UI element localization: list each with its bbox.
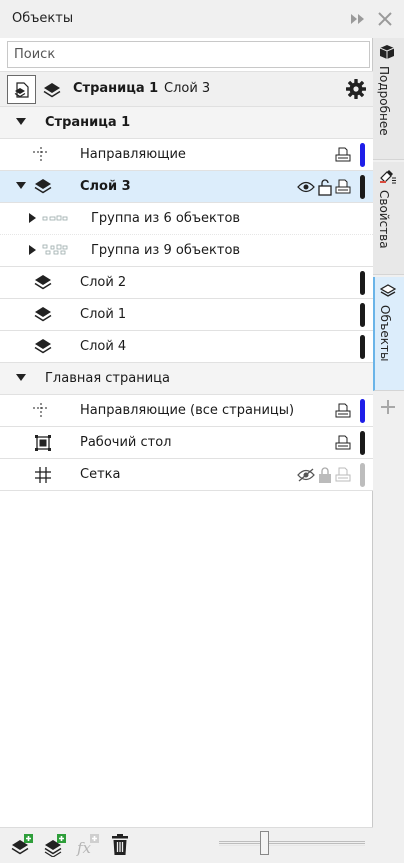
tab-properties[interactable]: Свойства — [373, 162, 404, 275]
collapse-arrow-icon[interactable] — [16, 182, 26, 189]
printer-disabled-icon[interactable] — [334, 466, 352, 488]
page-layer-toolbar: Страница 1 Слой 3 — [0, 71, 373, 107]
tree-row-layer-3[interactable]: Слой 3 — [0, 171, 373, 203]
eye-hidden-icon[interactable] — [297, 468, 315, 486]
docker-tabs: Подробнее Свойства Объекты — [373, 12, 404, 863]
grid-icon — [34, 466, 52, 488]
page-label: Страница 1 — [45, 115, 131, 130]
layer-color-swatch[interactable] — [360, 335, 365, 359]
row-label: Направляющие — [80, 147, 186, 162]
desktop-icon — [34, 434, 52, 456]
add-docker-icon[interactable] — [379, 398, 397, 420]
layer-color-swatch[interactable] — [360, 143, 365, 167]
row-label: Направляющие (все страницы) — [80, 403, 295, 418]
guides-icon — [32, 146, 50, 168]
layer-icon — [34, 337, 52, 359]
printer-icon[interactable] — [334, 402, 352, 424]
printer-icon[interactable] — [334, 146, 352, 168]
row-label: Сетка — [80, 467, 121, 482]
layer-color-swatch[interactable] — [360, 399, 365, 423]
guides-icon — [32, 402, 50, 424]
zoom-slider-track[interactable] — [219, 841, 365, 844]
group-icon — [42, 213, 68, 228]
layer-color-swatch[interactable] — [360, 431, 365, 455]
printer-icon[interactable] — [334, 178, 352, 200]
layer-color-swatch[interactable] — [360, 463, 365, 487]
tree-row-group-9[interactable]: Группа из 9 объектов — [0, 235, 373, 267]
layer-icon — [34, 177, 52, 199]
tree-row-layer-4[interactable]: Слой 4 — [0, 331, 373, 363]
object-tree: Страница 1 Направляющие Слой 3 Группа из… — [0, 107, 373, 491]
gear-icon[interactable] — [345, 78, 367, 104]
properties-icon — [379, 168, 397, 188]
expand-arrow-icon[interactable] — [29, 213, 36, 223]
group-icon — [42, 244, 68, 260]
panel-title: Объекты — [12, 11, 74, 26]
tree-row-grid[interactable]: Сетка — [0, 459, 373, 491]
printer-icon[interactable] — [334, 434, 352, 456]
new-layer-icon[interactable] — [10, 833, 34, 861]
show-pages-button[interactable] — [7, 75, 36, 104]
layer-color-swatch[interactable] — [360, 303, 365, 327]
tree-row-group-6[interactable]: Группа из 6 объектов — [0, 203, 373, 235]
new-master-layer-icon[interactable] — [43, 833, 67, 861]
layer-icon — [34, 305, 52, 327]
row-label: Слой 1 — [80, 307, 127, 322]
tab-label: Свойства — [377, 190, 391, 249]
tree-row-guides[interactable]: Направляющие — [0, 139, 373, 171]
tree-row-layer-1[interactable]: Слой 1 — [0, 299, 373, 331]
trash-icon[interactable] — [109, 833, 131, 861]
collapse-arrow-icon[interactable] — [16, 374, 26, 381]
row-label: Рабочий стол — [80, 435, 172, 450]
row-label: Слой 3 — [80, 179, 131, 194]
collapse-panel-icon[interactable] — [348, 9, 368, 29]
zoom-slider-thumb[interactable] — [260, 831, 269, 855]
tree-row-desktop[interactable]: Рабочий стол — [0, 427, 373, 459]
layer-icon — [34, 273, 52, 295]
row-label: Группа из 9 объектов — [91, 243, 241, 258]
objects-panel: Страница 1 Слой 3 — [0, 0, 373, 863]
tree-row-guides-all-pages[interactable]: Направляющие (все страницы) — [0, 395, 373, 427]
collapse-arrow-icon[interactable] — [16, 118, 26, 125]
close-icon[interactable] — [375, 9, 395, 29]
effects-icon[interactable]: fx — [76, 833, 100, 861]
page-label: Главная страница — [45, 371, 170, 386]
tab-objects[interactable]: Объекты — [373, 277, 404, 391]
unlock-icon[interactable] — [318, 178, 332, 200]
box-icon — [379, 44, 395, 64]
tab-details[interactable]: Подробнее — [373, 38, 404, 160]
expand-arrow-icon[interactable] — [29, 245, 36, 255]
bottom-toolbar: fx — [0, 827, 373, 863]
lock-icon[interactable] — [318, 466, 332, 488]
row-label: Слой 2 — [80, 275, 127, 290]
page-layers-icon — [14, 81, 29, 98]
search-input[interactable] — [7, 41, 370, 68]
tree-page-1[interactable]: Страница 1 — [0, 107, 373, 139]
layer-color-swatch[interactable] — [360, 175, 365, 199]
tab-label: Подробнее — [377, 66, 391, 136]
tree-master-page[interactable]: Главная страница — [0, 363, 373, 395]
panel-titlebar: Объекты — [0, 0, 373, 38]
row-label: Слой 4 — [80, 339, 127, 354]
row-label: Группа из 6 объектов — [91, 211, 241, 226]
current-page-label: Страница 1 — [73, 81, 159, 96]
layer-icon — [379, 283, 397, 303]
tree-row-layer-2[interactable]: Слой 2 — [0, 267, 373, 299]
eye-icon[interactable] — [297, 180, 315, 198]
tab-label: Объекты — [378, 305, 392, 362]
svg-text:fx: fx — [76, 839, 92, 857]
layer-color-swatch[interactable] — [360, 271, 365, 295]
zoom-slider-track-shadow — [219, 845, 365, 846]
current-layer-label: Слой 3 — [164, 81, 211, 96]
layer-icon — [42, 80, 62, 104]
